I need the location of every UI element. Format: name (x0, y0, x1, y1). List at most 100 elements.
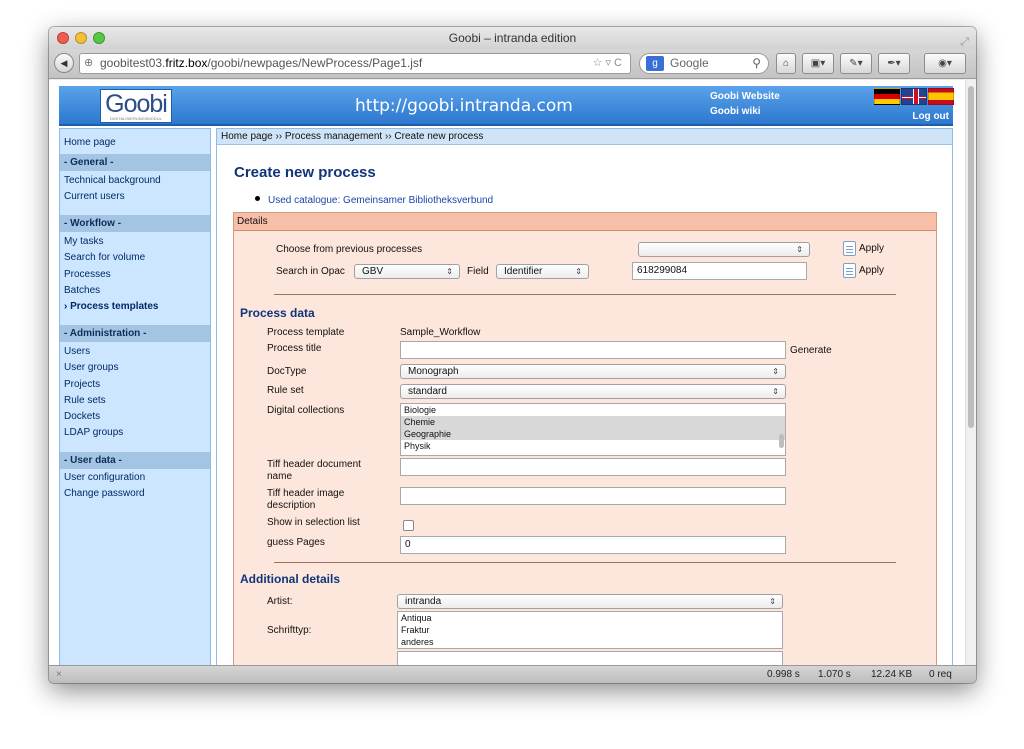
sidebar-item-my-tasks[interactable]: My tasks (64, 236, 103, 247)
collection-option[interactable]: Physik (401, 440, 785, 452)
page-scrollbar[interactable] (965, 80, 976, 665)
address-bar[interactable]: ⊕ goobitest03.fritz.box/goobi/newpages/N… (79, 53, 631, 74)
select-arrows-icon: ⇕ (772, 367, 779, 376)
bullet (255, 196, 260, 201)
tiff-img-label-line2: description (267, 500, 316, 511)
schrifttyp-option[interactable]: Antiqua (398, 612, 782, 624)
window-controls (57, 32, 105, 44)
sidebar-item-technical-background[interactable]: Technical background (64, 175, 161, 186)
close-statusbar-icon[interactable]: × (56, 666, 62, 683)
choose-previous-label: Choose from previous processes (276, 244, 423, 255)
window-title: Goobi – intranda edition (448, 31, 577, 45)
additional-details-title: Additional details (240, 572, 341, 586)
status-requests: 0 req (929, 669, 952, 680)
goobi-wiki-link[interactable]: Goobi wiki (710, 106, 761, 117)
sidebar-item-current-users[interactable]: Current users (64, 191, 125, 202)
used-catalogue-link[interactable]: Used catalogue: Gemeinsamer Bibliotheksv… (268, 195, 493, 206)
collection-option-selected[interactable]: Chemie (401, 416, 785, 428)
sidebar-item-processes[interactable]: Processes (64, 269, 111, 280)
sidebar-item-ldap-groups[interactable]: LDAP groups (64, 427, 123, 438)
bookmarks-icon[interactable]: ▣▾ (802, 53, 834, 74)
addon-icon[interactable]: ✎▾ (840, 53, 872, 74)
spanish-flag-icon[interactable] (928, 88, 954, 105)
pen-icon[interactable]: ✒▾ (878, 53, 910, 74)
extension-icon[interactable]: ◉▾ (924, 53, 966, 74)
tiff-doc-name-input[interactable] (400, 458, 786, 476)
tiff-img-description-input[interactable] (400, 487, 786, 505)
ruleset-select[interactable]: standard ⇕ (400, 384, 786, 399)
schrifttyp-listbox[interactable]: Antiqua Fraktur anderes (397, 611, 783, 649)
previous-processes-select[interactable]: ⇕ (638, 242, 810, 257)
zoom-window-button[interactable] (93, 32, 105, 44)
artist-label: Artist: (267, 596, 293, 607)
sidebar-item-batches[interactable]: Batches (64, 285, 100, 296)
guess-pages-input[interactable]: 0 (400, 536, 786, 554)
process-template-value: Sample_Workflow (400, 327, 481, 338)
partial-input[interactable] (397, 651, 783, 665)
logo-subtitle: DIGITALISIERUNGSMODUL (110, 116, 162, 121)
sidebar-item-user-groups[interactable]: User groups (64, 362, 118, 373)
sidebar-item-user-configuration[interactable]: User configuration (64, 472, 145, 483)
digital-collections-listbox[interactable]: Biologie Chemie Geographie Physik (400, 403, 786, 456)
breadcrumb[interactable]: Home page ›› Process management ›› Creat… (217, 129, 952, 145)
artist-value: intranda (405, 596, 442, 607)
sidebar-item-projects[interactable]: Projects (64, 379, 100, 390)
select-arrows-icon: ⇕ (446, 267, 453, 276)
tiff-img-label-line1: Tiff header image (267, 488, 345, 499)
browser-window: Goobi – intranda edition ⤢ ◀ ⊕ goobitest… (49, 27, 976, 683)
back-button[interactable]: ◀ (54, 53, 74, 73)
schrifttyp-option[interactable]: anderes (398, 636, 782, 648)
logout-link[interactable]: Log out (912, 111, 949, 122)
search-field[interactable]: g Google ⚲ (639, 53, 769, 74)
sidebar-item-dockets[interactable]: Dockets (64, 411, 100, 422)
schrifttyp-option[interactable]: Fraktur (398, 624, 782, 636)
main-content: Home page ›› Process management ›› Creat… (216, 128, 953, 665)
home-icon[interactable]: ⌂ (776, 53, 796, 74)
doctype-value: Monograph (408, 366, 459, 377)
digital-collections-label: Digital collections (267, 405, 345, 416)
minimize-window-button[interactable] (75, 32, 87, 44)
artist-select[interactable]: intranda ⇕ (397, 594, 783, 609)
sidebar-menu: Home page - General - Technical backgrou… (59, 128, 211, 665)
show-selection-checkbox[interactable] (403, 520, 414, 531)
sidebar-heading-user-data: - User data - (60, 452, 210, 469)
logo-text: Goobi (105, 90, 168, 118)
search-opac-label: Search in Opac (276, 266, 345, 277)
goobi-website-link[interactable]: Goobi Website (710, 91, 780, 102)
ruleset-value: standard (408, 386, 447, 397)
sidebar-item-search-volume[interactable]: Search for volume (64, 252, 145, 263)
english-flag-icon[interactable] (901, 88, 927, 105)
generate-button[interactable]: Generate (790, 345, 832, 356)
goobi-logo[interactable]: Goobi DIGITALISIERUNGSMODUL (100, 89, 172, 123)
guess-pages-label: guess Pages (267, 537, 325, 548)
field-label: Field (467, 266, 489, 277)
browser-toolbar: ◀ ⊕ goobitest03.fritz.box/goobi/newpages… (49, 49, 976, 79)
apply-opac-label: Apply (859, 265, 885, 277)
listbox-scrollbar[interactable] (779, 434, 784, 448)
status-bar: × 0.998 s 1.070 s 12.24 KB 0 req (49, 665, 976, 683)
opac-search-input[interactable]: 618299084 (632, 262, 807, 280)
collection-option-selected[interactable]: Geographie (401, 428, 785, 440)
apply-opac-button[interactable]: Apply (843, 263, 884, 278)
sidebar-item-rule-sets[interactable]: Rule sets (64, 395, 106, 406)
close-window-button[interactable] (57, 32, 69, 44)
divider (274, 294, 896, 295)
apply-previous-label: Apply (859, 243, 885, 255)
process-data-title: Process data (240, 306, 315, 320)
select-arrows-icon: ⇕ (769, 597, 776, 606)
sidebar-item-change-password[interactable]: Change password (64, 488, 145, 499)
german-flag-icon[interactable] (874, 88, 900, 105)
collection-option[interactable]: Biologie (401, 404, 785, 416)
sidebar-item-users[interactable]: Users (64, 346, 90, 357)
process-title-input[interactable] (400, 341, 786, 359)
opac-select[interactable]: GBV ⇕ (354, 264, 460, 279)
url-domain: goobitest03. (100, 56, 166, 70)
field-select[interactable]: Identifier ⇕ (496, 264, 589, 279)
page-scroll-thumb[interactable] (968, 86, 974, 428)
sidebar-item-process-templates[interactable]: › Process templates (64, 301, 159, 312)
apply-previous-button[interactable]: Apply (843, 241, 884, 256)
sidebar-item-home[interactable]: Home page (64, 137, 116, 148)
bookmark-star-icon[interactable]: ☆ ▿ C (593, 54, 622, 73)
doctype-label: DocType (267, 366, 307, 377)
doctype-select[interactable]: Monograph ⇕ (400, 364, 786, 379)
